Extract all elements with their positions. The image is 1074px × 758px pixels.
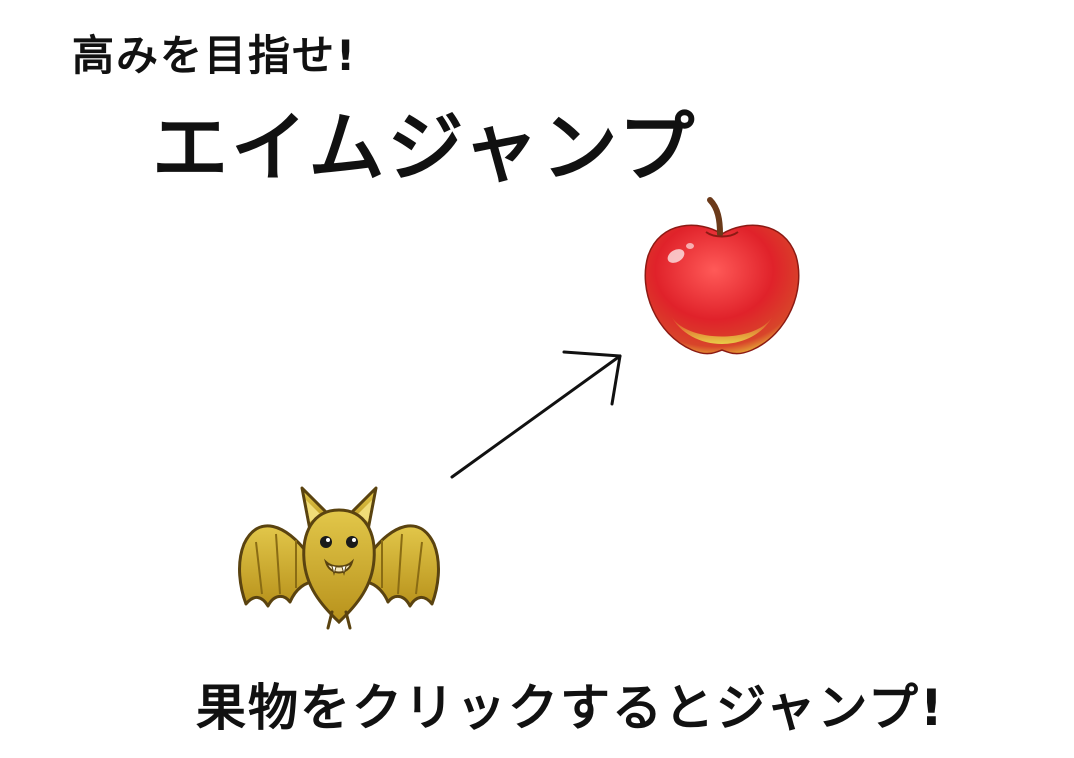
apple-icon[interactable] <box>630 194 814 364</box>
instruction-text: 果物をクリックするとジャンプ! <box>196 679 945 737</box>
bat-icon <box>238 486 440 630</box>
game-subtitle: 高みを目指せ! <box>72 31 358 80</box>
game-title: エイムジャンプ <box>152 103 698 192</box>
arrow-icon <box>450 350 622 479</box>
